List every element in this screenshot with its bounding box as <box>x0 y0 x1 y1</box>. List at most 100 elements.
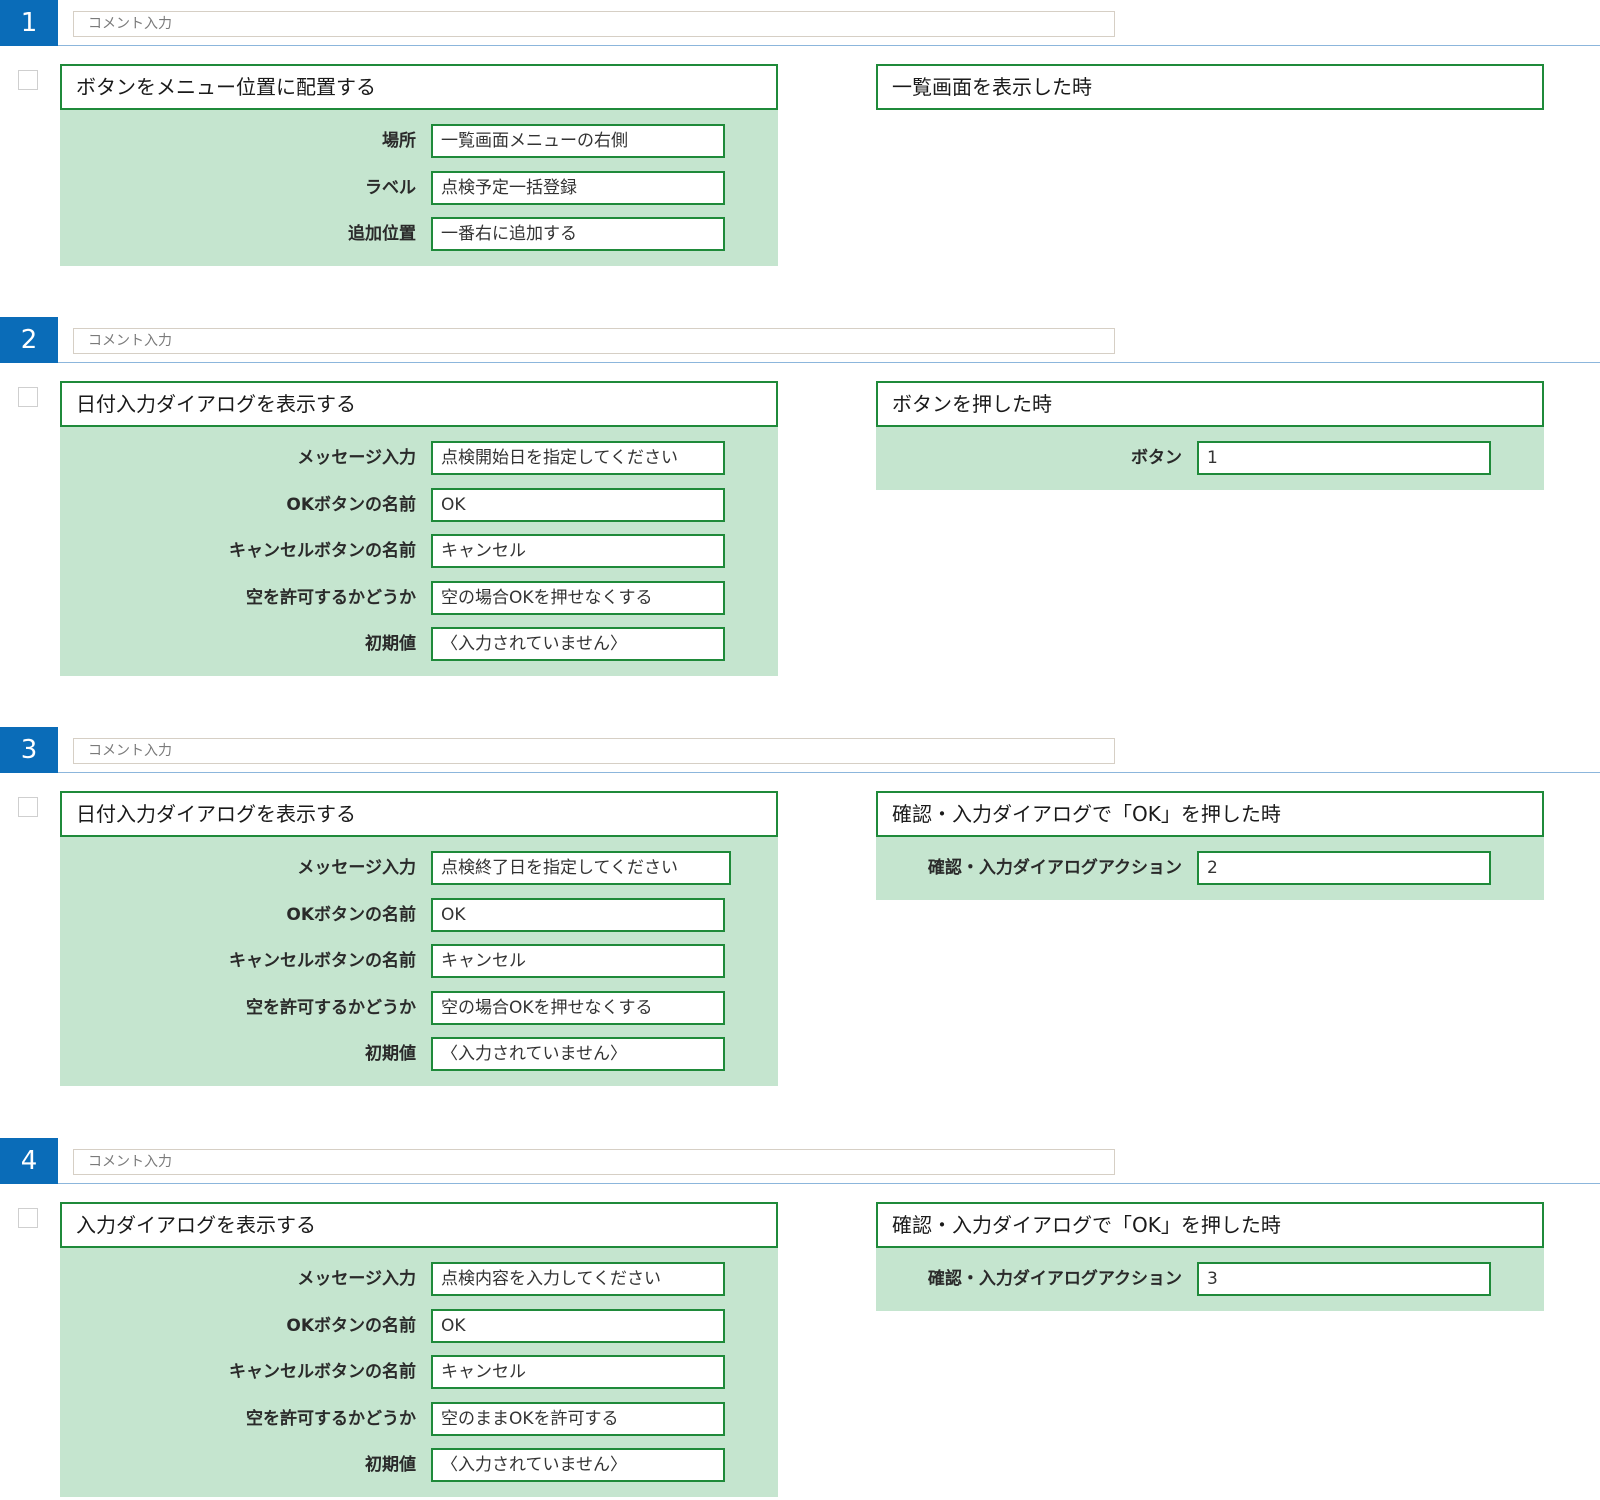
action-panel: 日付入力ダイアログを表示する メッセージ入力 点検終了日を指定してください OK… <box>60 791 778 1086</box>
field-row: OKボタンの名前 OK <box>60 897 778 945</box>
action-fields: メッセージ入力 点検終了日を指定してください OKボタンの名前 OK キャンセル… <box>60 837 778 1086</box>
trigger-title[interactable]: 確認・入力ダイアログで「OK」を押した時 <box>876 791 1544 837</box>
step-header: 4 <box>0 1138 1600 1184</box>
field-label: キャンセルボタンの名前 <box>229 1362 416 1382</box>
field-value[interactable]: キャンセル <box>431 1355 725 1389</box>
field-label: OKボタンの名前 <box>286 904 416 925</box>
step-number: 4 <box>0 1138 58 1184</box>
field-value[interactable]: 点検終了日を指定してください <box>431 851 731 885</box>
field-value[interactable]: 空のままOKを許可する <box>431 1401 725 1436</box>
field-value[interactable]: 2 <box>1197 851 1491 885</box>
action-fields: 場所 一覧画面メニューの右側 ラベル 点検予定一括登録 追加位置 一番右に追加す… <box>60 110 778 266</box>
field-label: 空を許可するかどうか <box>246 997 416 1018</box>
field-label: OKボタンの名前 <box>286 494 416 515</box>
comment-input[interactable] <box>73 328 1115 354</box>
field-row: キャンセルボタンの名前 キャンセル <box>60 534 778 581</box>
action-panel: 入力ダイアログを表示する メッセージ入力 点検内容を入力してください OKボタン… <box>60 1202 778 1497</box>
trigger-title[interactable]: 確認・入力ダイアログで「OK」を押した時 <box>876 1202 1544 1248</box>
workflow-editor: 1 ボタンをメニュー位置に配置する 場所 一覧画面メニューの右側 ラベル 点検予… <box>0 0 1600 1500</box>
step-checkbox[interactable] <box>18 797 38 817</box>
field-value[interactable]: 点検内容を入力してください <box>431 1262 725 1296</box>
field-row: ラベル 点検予定一括登録 <box>60 170 778 218</box>
field-label: キャンセルボタンの名前 <box>229 541 416 561</box>
field-label: メッセージ入力 <box>297 1269 416 1289</box>
field-value[interactable]: 点検開始日を指定してください <box>431 441 725 475</box>
step-divider <box>58 772 1600 773</box>
field-row: OKボタンの名前 OK <box>60 487 778 535</box>
step-4: 4 入力ダイアログを表示する メッセージ入力 点検内容を入力してください OKボ… <box>0 1138 1600 1497</box>
field-value[interactable]: 空の場合OKを押せなくする <box>431 580 725 615</box>
field-row: キャンセルボタンの名前 キャンセル <box>60 944 778 991</box>
action-fields: メッセージ入力 点検内容を入力してください OKボタンの名前 OK キャンセルボ… <box>60 1248 778 1497</box>
field-value[interactable]: OK <box>431 487 725 522</box>
action-fields: メッセージ入力 点検開始日を指定してください OKボタンの名前 OK キャンセル… <box>60 427 778 676</box>
trigger-title[interactable]: ボタンを押した時 <box>876 381 1544 427</box>
field-value[interactable]: OK <box>431 897 725 932</box>
step-checkbox[interactable] <box>18 70 38 90</box>
field-label: メッセージ入力 <box>297 858 416 878</box>
field-row: 確認・入力ダイアログアクション 3 <box>876 1262 1544 1309</box>
field-row: 初期値 〈入力されていません〉 <box>60 1037 778 1084</box>
step-divider <box>58 45 1600 46</box>
step-number: 2 <box>0 317 58 363</box>
action-panel: 日付入力ダイアログを表示する メッセージ入力 点検開始日を指定してください OK… <box>60 381 778 676</box>
field-value[interactable]: 点検予定一括登録 <box>431 170 725 205</box>
field-value[interactable]: 空の場合OKを押せなくする <box>431 990 725 1025</box>
action-title[interactable]: 日付入力ダイアログを表示する <box>60 381 778 427</box>
trigger-title[interactable]: 一覧画面を表示した時 <box>876 64 1544 110</box>
field-value[interactable]: 3 <box>1197 1262 1491 1296</box>
step-checkbox[interactable] <box>18 387 38 407</box>
trigger-fields: ボタン 1 <box>876 427 1544 490</box>
field-row: 空を許可するかどうか 空の場合OKを押せなくする <box>60 990 778 1038</box>
action-title[interactable]: 入力ダイアログを表示する <box>60 1202 778 1248</box>
field-label: ラベル <box>365 177 416 198</box>
step-number: 1 <box>0 0 58 46</box>
field-label: ボタン <box>1131 448 1182 468</box>
comment-input[interactable] <box>73 11 1115 37</box>
field-label: 追加位置 <box>348 224 416 244</box>
field-label: 確認・入力ダイアログアクション <box>927 1269 1182 1289</box>
trigger-panel: 確認・入力ダイアログで「OK」を押した時 確認・入力ダイアログアクション 3 <box>876 1202 1544 1311</box>
field-row: 追加位置 一番右に追加する <box>60 217 778 264</box>
field-label: 初期値 <box>365 1044 416 1064</box>
field-label: メッセージ入力 <box>297 448 416 468</box>
field-row: 確認・入力ダイアログアクション 2 <box>876 851 1544 898</box>
field-value[interactable]: 1 <box>1197 441 1491 475</box>
field-label: 空を許可するかどうか <box>246 1408 416 1429</box>
field-value[interactable]: キャンセル <box>431 944 725 978</box>
trigger-panel: 確認・入力ダイアログで「OK」を押した時 確認・入力ダイアログアクション 2 <box>876 791 1544 900</box>
field-value[interactable]: 一番右に追加する <box>431 217 725 251</box>
comment-input[interactable] <box>73 1149 1115 1175</box>
field-row: メッセージ入力 点検終了日を指定してください <box>60 851 778 898</box>
step-header: 1 <box>0 0 1600 46</box>
field-value[interactable]: キャンセル <box>431 534 725 568</box>
action-title[interactable]: 日付入力ダイアログを表示する <box>60 791 778 837</box>
field-label: 場所 <box>382 131 416 151</box>
action-title[interactable]: ボタンをメニュー位置に配置する <box>60 64 778 110</box>
field-label: 確認・入力ダイアログアクション <box>927 858 1182 878</box>
field-label: OKボタンの名前 <box>286 1315 416 1336</box>
step-header: 2 <box>0 317 1600 363</box>
field-row: メッセージ入力 点検開始日を指定してください <box>60 441 778 488</box>
field-label: 初期値 <box>365 634 416 654</box>
step-1: 1 ボタンをメニュー位置に配置する 場所 一覧画面メニューの右側 ラベル 点検予… <box>0 0 1600 266</box>
trigger-fields: 確認・入力ダイアログアクション 2 <box>876 837 1544 900</box>
field-row: OKボタンの名前 OK <box>60 1308 778 1356</box>
step-2: 2 日付入力ダイアログを表示する メッセージ入力 点検開始日を指定してください … <box>0 317 1600 676</box>
field-label: キャンセルボタンの名前 <box>229 951 416 971</box>
field-value[interactable]: 〈入力されていません〉 <box>431 1448 725 1482</box>
step-3: 3 日付入力ダイアログを表示する メッセージ入力 点検終了日を指定してください … <box>0 727 1600 1086</box>
step-divider <box>58 1183 1600 1184</box>
field-value[interactable]: 〈入力されていません〉 <box>431 1037 725 1071</box>
field-label: 初期値 <box>365 1455 416 1475</box>
field-row: 空を許可するかどうか 空のままOKを許可する <box>60 1401 778 1449</box>
field-row: キャンセルボタンの名前 キャンセル <box>60 1355 778 1402</box>
field-value[interactable]: OK <box>431 1308 725 1343</box>
field-value[interactable]: 〈入力されていません〉 <box>431 627 725 661</box>
comment-input[interactable] <box>73 738 1115 764</box>
field-row: メッセージ入力 点検内容を入力してください <box>60 1262 778 1309</box>
trigger-panel: 一覧画面を表示した時 <box>876 64 1544 110</box>
step-checkbox[interactable] <box>18 1208 38 1228</box>
field-value[interactable]: 一覧画面メニューの右側 <box>431 124 725 158</box>
action-panel: ボタンをメニュー位置に配置する 場所 一覧画面メニューの右側 ラベル 点検予定一… <box>60 64 778 266</box>
